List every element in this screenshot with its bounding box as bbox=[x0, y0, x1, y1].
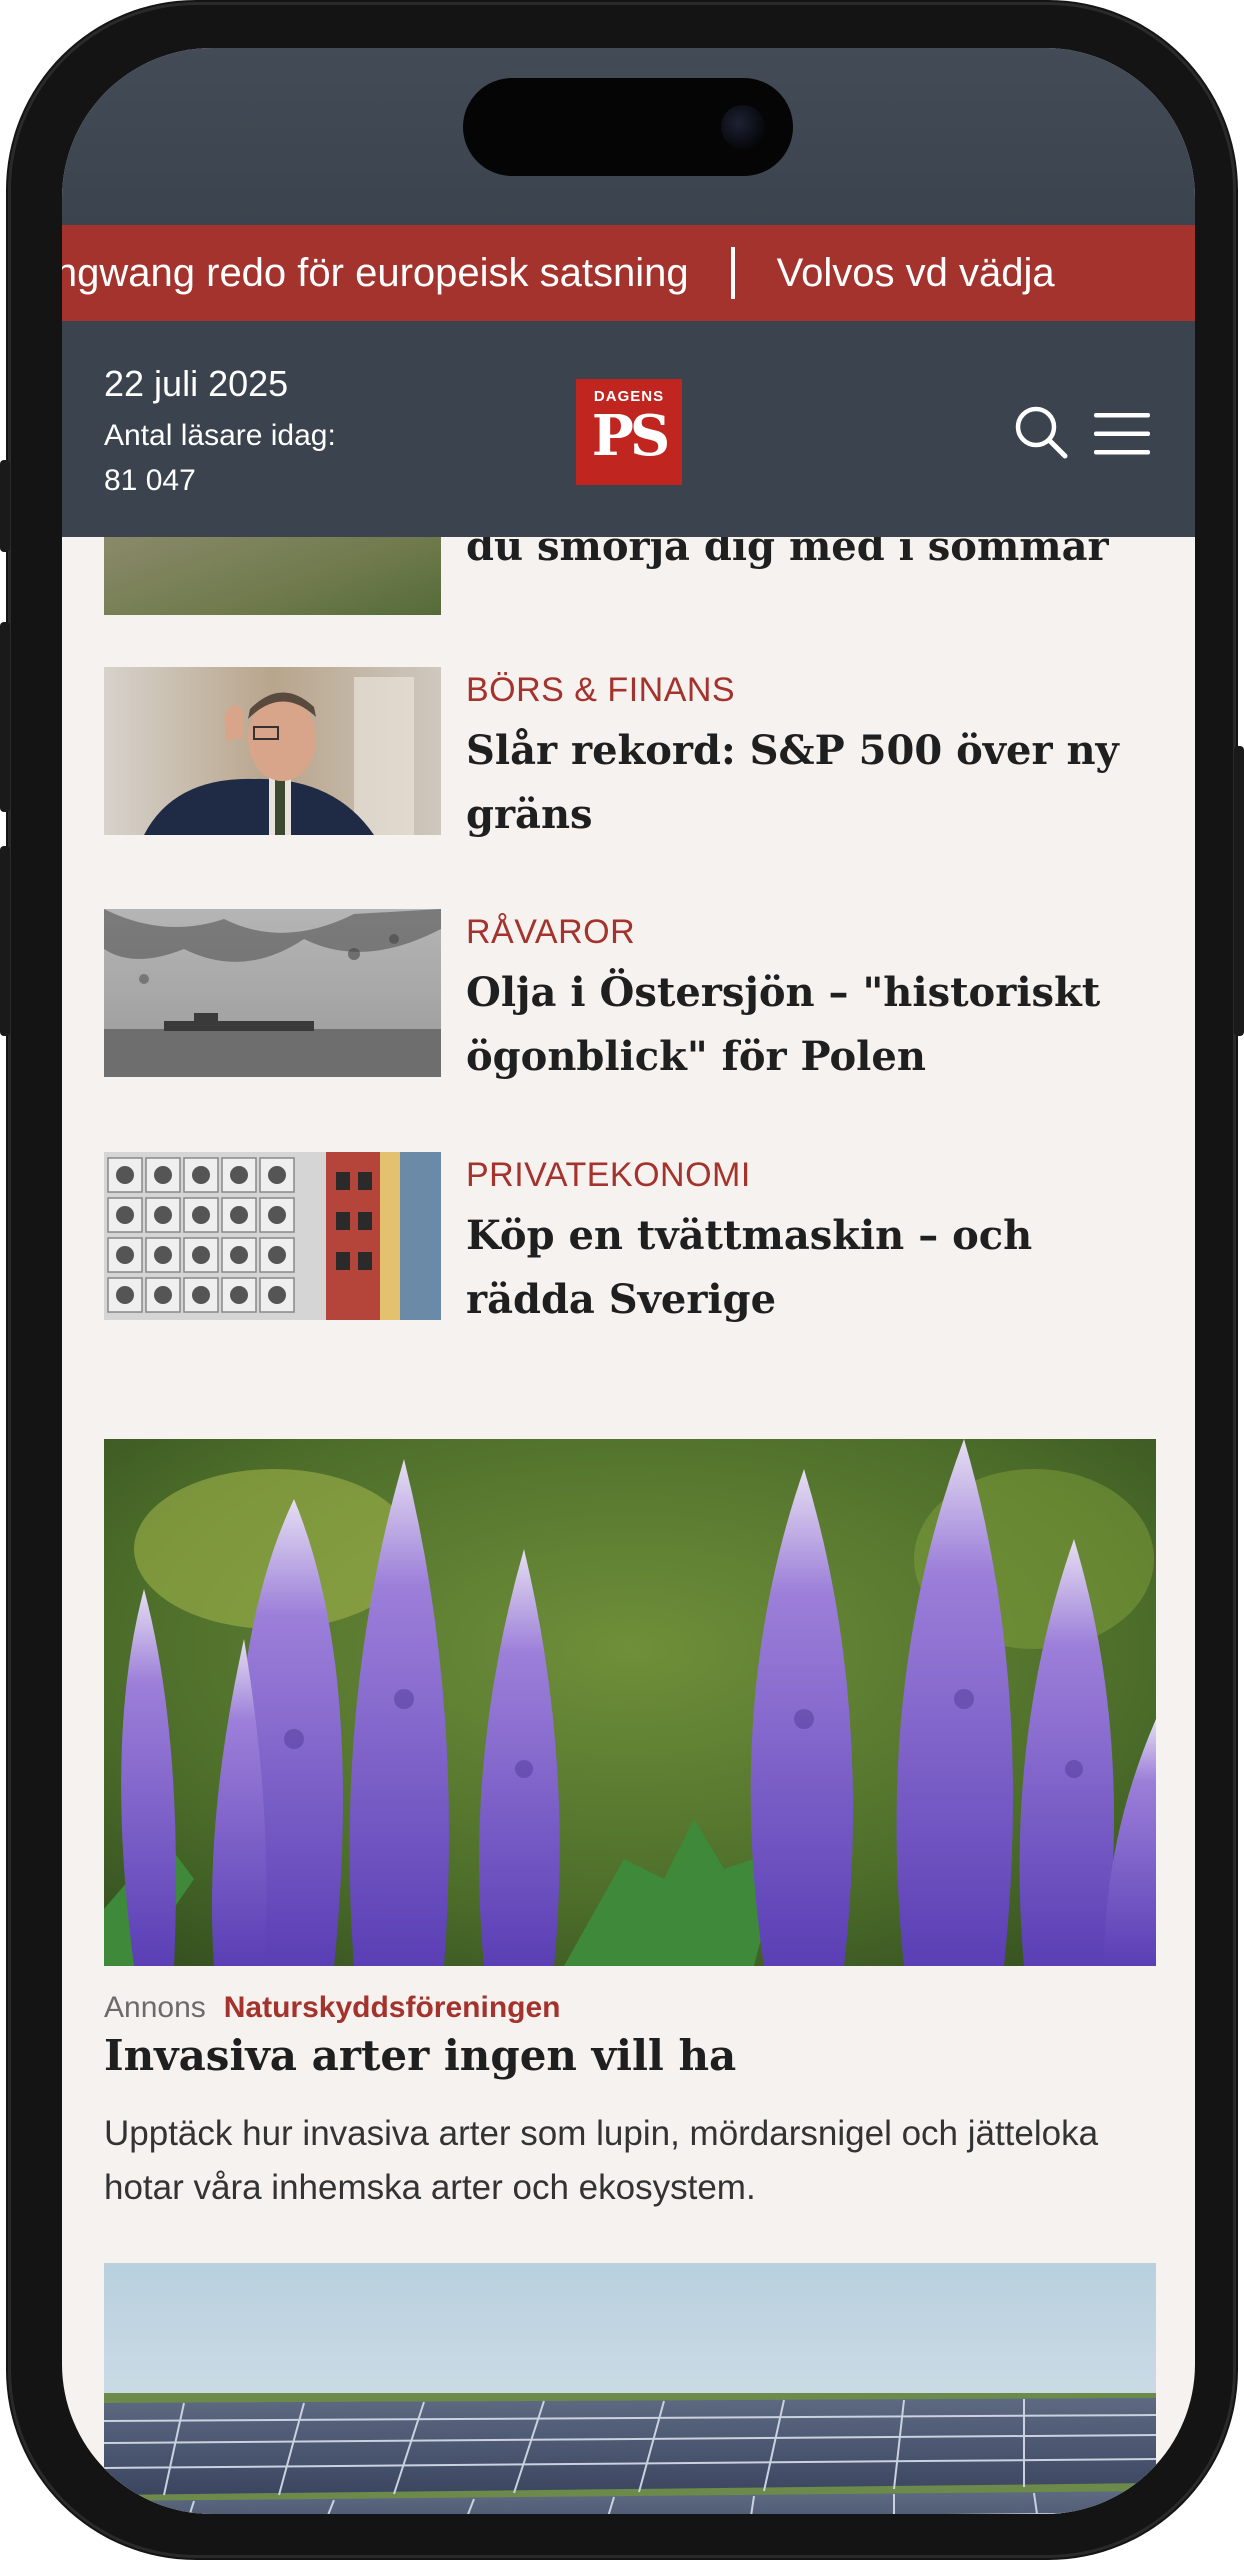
article-title[interactable]: Slår rekord: S&P 500 över ny gräns bbox=[466, 719, 1156, 847]
logo-text-main: PS bbox=[591, 403, 671, 469]
list-item[interactable]: PRIVATEKONOMI Köp en tvättmaskin – och r… bbox=[104, 1152, 1154, 1323]
ad-sponsor[interactable]: Naturskyddsföreningen bbox=[224, 1991, 561, 2024]
list-item[interactable]: du smörja dig med i sommar bbox=[104, 537, 1154, 617]
article-thumbnail[interactable] bbox=[104, 909, 441, 1077]
dynamic-island bbox=[463, 78, 793, 176]
site-header: 22 juli 2025 Antal läsare idag: 81 047 D… bbox=[62, 321, 1195, 537]
ticker-item[interactable]: ingwang redo för europeisk satsning bbox=[62, 225, 717, 321]
list-item[interactable]: BÖRS & FINANS Slår rekord: S&P 500 över … bbox=[104, 667, 1154, 838]
solar-panels-image bbox=[104, 2263, 1156, 2514]
oil-tanker-image bbox=[104, 909, 441, 1077]
article-thumbnail[interactable] bbox=[104, 1152, 441, 1320]
washing-machines-image bbox=[104, 1152, 441, 1320]
screen: ingwang redo för europeisk satsning Volv… bbox=[62, 48, 1195, 2514]
man-portrait-image bbox=[104, 667, 441, 835]
ticker-separator bbox=[730, 247, 735, 299]
ad-meta: Annons Naturskyddsföreningen bbox=[104, 1991, 560, 2025]
news-ticker[interactable]: ingwang redo för europeisk satsning Volv… bbox=[62, 225, 1195, 321]
article-category[interactable]: PRIVATEKONOMI bbox=[466, 1156, 751, 1195]
ticker-item[interactable]: Volvos vd vädja bbox=[777, 225, 1083, 321]
article-title[interactable]: Köp en tvättmaskin – och rädda Sverige bbox=[466, 1204, 1156, 1332]
list-item[interactable]: RÅVAROR Olja i Östersjön – "historiskt ö… bbox=[104, 909, 1154, 1080]
dagens-ps-logo[interactable]: DAGENS PS bbox=[576, 379, 682, 485]
article-category[interactable]: BÖRS & FINANS bbox=[466, 671, 735, 710]
reader-count: Antal läsare idag: 81 047 bbox=[104, 413, 384, 503]
search-icon[interactable] bbox=[1012, 403, 1072, 463]
phone-frame: ingwang redo för europeisk satsning Volv… bbox=[0, 0, 1244, 2560]
article-thumbnail[interactable] bbox=[104, 2263, 1156, 2514]
reader-count-value: 81 047 bbox=[104, 464, 196, 497]
article-title[interactable]: Olja i Östersjön – "historiskt ögonblick… bbox=[466, 961, 1156, 1089]
ad-description[interactable]: Upptäck hur invasiva arter som lupin, mö… bbox=[104, 2107, 1164, 2215]
volume-up-button bbox=[0, 622, 10, 812]
reader-count-label: Antal läsare idag: bbox=[104, 419, 336, 452]
hamburger-menu-icon[interactable] bbox=[1094, 413, 1150, 455]
camera-icon bbox=[721, 105, 765, 149]
article-title[interactable]: du smörja dig med i sommar bbox=[466, 537, 1109, 570]
article-thumbnail[interactable] bbox=[104, 667, 441, 835]
header-date: 22 juli 2025 bbox=[104, 363, 289, 404]
status-bar bbox=[62, 48, 1195, 225]
volume-down-button bbox=[0, 846, 10, 1036]
action-button bbox=[0, 460, 10, 552]
lupin-flowers-image bbox=[104, 1439, 1156, 1966]
article-category[interactable]: RÅVAROR bbox=[466, 913, 635, 952]
ad-title[interactable]: Invasiva arter ingen vill ha bbox=[104, 2031, 736, 2080]
power-button bbox=[1234, 746, 1244, 1036]
ad-image[interactable] bbox=[104, 1439, 1156, 1966]
ad-label: Annons bbox=[104, 1991, 206, 2024]
article-thumbnail[interactable] bbox=[104, 537, 441, 615]
